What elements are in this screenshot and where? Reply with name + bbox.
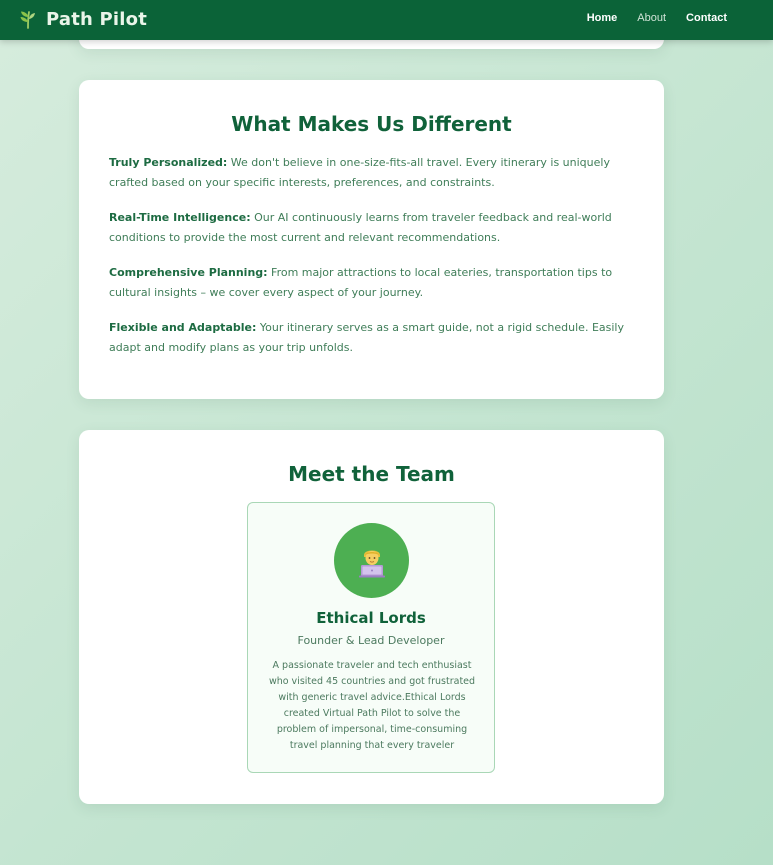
- feature-item: Real-Time Intelligence: Our AI continuou…: [109, 208, 634, 248]
- leaf-icon: [18, 9, 38, 29]
- brand[interactable]: Path Pilot: [18, 6, 147, 32]
- top-navbar: Path Pilot Home About Contact: [0, 0, 773, 40]
- technologist-icon: [334, 523, 409, 598]
- feature-title: Truly Personalized:: [109, 156, 228, 169]
- feature-item: Truly Personalized: We don't believe in …: [109, 153, 634, 193]
- member-name: Ethical Lords: [316, 609, 426, 627]
- feature-list: Truly Personalized: We don't believe in …: [109, 153, 634, 373]
- member-bio: A passionate traveler and tech enthusias…: [268, 660, 476, 751]
- team-member-card: Ethical Lords Founder & Lead Developer A…: [247, 502, 495, 773]
- feature-item: Flexible and Adaptable: Your itinerary s…: [109, 318, 634, 358]
- team-heading: Meet the Team: [288, 462, 455, 486]
- team-card-section: Meet the Team Ethical Lords Founder & Le…: [79, 430, 664, 804]
- feature-title: Flexible and Adaptable:: [109, 321, 257, 334]
- nav-links: Home About Contact: [587, 12, 727, 24]
- feature-title: Real-Time Intelligence:: [109, 211, 251, 224]
- member-role: Founder & Lead Developer: [297, 634, 445, 647]
- nav-link-home[interactable]: Home: [587, 12, 618, 24]
- differences-card: What Makes Us Different Truly Personaliz…: [79, 80, 664, 399]
- feature-item: Comprehensive Planning: From major attra…: [109, 263, 634, 303]
- nav-link-contact[interactable]: Contact: [686, 12, 727, 24]
- nav-link-about[interactable]: About: [637, 12, 666, 24]
- feature-title: Comprehensive Planning:: [109, 266, 268, 279]
- brand-title: Path Pilot: [46, 8, 148, 30]
- differences-heading: What Makes Us Different: [231, 112, 512, 136]
